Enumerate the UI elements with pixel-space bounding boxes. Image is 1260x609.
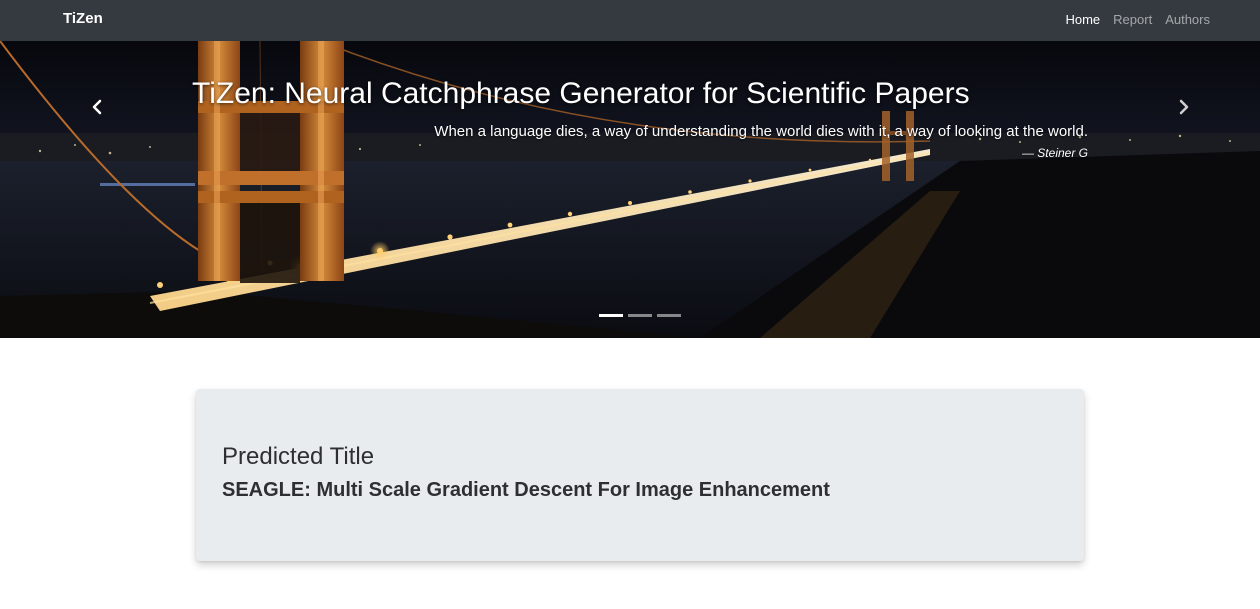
carousel-title: TiZen: Neural Catchphrase Generator for … [192, 77, 970, 110]
predicted-title-label: Predicted Title [222, 443, 375, 470]
hero-carousel: TiZen: Neural Catchphrase Generator for … [0, 41, 1260, 338]
prediction-card: Predicted Title SEAGLE: Multi Scale Grad… [196, 389, 1084, 561]
chevron-right-icon [1179, 99, 1189, 115]
carousel-next-button[interactable] [1174, 97, 1194, 117]
navbar: TiZen Home Report Authors [0, 0, 1260, 41]
chevron-left-icon [92, 99, 102, 115]
carousel-indicator-2[interactable] [628, 314, 652, 317]
carousel-indicators [599, 314, 681, 317]
predicted-title-value: SEAGLE: Multi Scale Gradient Descent For… [222, 479, 830, 501]
carousel-quote: When a language dies, a way of understan… [434, 123, 1088, 140]
carousel-quote-author: — Steiner G [1021, 146, 1088, 160]
carousel-indicator-3[interactable] [657, 314, 681, 317]
nav-link-authors[interactable]: Authors [1165, 12, 1210, 27]
nav-link-home[interactable]: Home [1065, 12, 1100, 27]
nav-links: Home Report Authors [1065, 12, 1210, 27]
carousel-indicator-1[interactable] [599, 314, 623, 317]
nav-link-report[interactable]: Report [1113, 12, 1152, 27]
carousel-prev-button[interactable] [87, 97, 107, 117]
brand-logo[interactable]: TiZen [63, 10, 103, 27]
